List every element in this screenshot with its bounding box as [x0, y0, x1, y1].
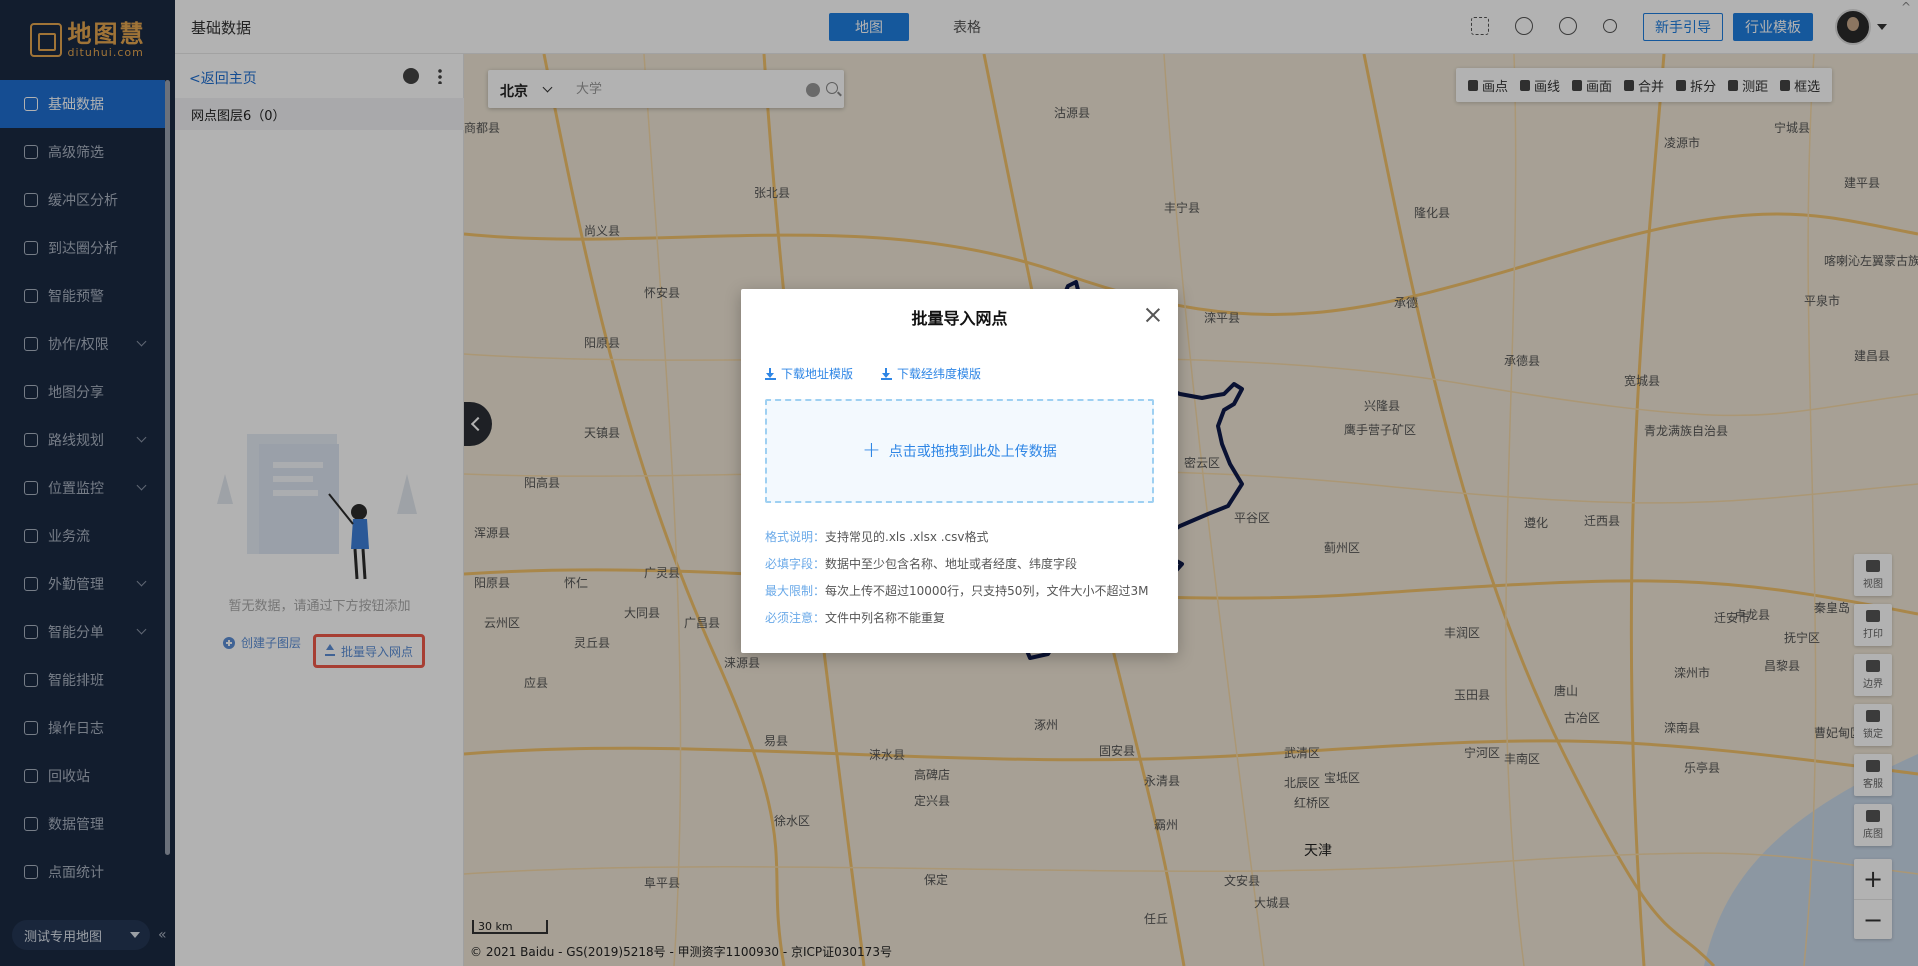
note-value: 数据中至少包含名称、地址或者经度、纬度字段 [825, 557, 1078, 571]
close-icon[interactable] [1145, 307, 1161, 323]
note-label: 格式说明： [765, 530, 826, 544]
note-label: 必须注意： [765, 611, 826, 625]
note-label: 最大限制： [765, 584, 826, 598]
note-value: 支持常见的.xls .xlsx .csv格式 [825, 530, 989, 544]
download-icon [881, 367, 893, 380]
upload-dropzone[interactable]: + 点击或拖拽到此处上传数据 [765, 399, 1154, 503]
download-address-label: 下载地址模版 [781, 367, 854, 381]
note-row: 必填字段： 数据中至少包含名称、地址或者经度、纬度字段 [765, 551, 1148, 578]
download-latlng-template-link[interactable]: 下载经纬度模版 [881, 365, 981, 382]
upload-notes: 格式说明： 支持常见的.xls .xlsx .csv格式 必填字段： 数据中至少包含名… [765, 524, 1148, 632]
template-links: 下载地址模版 下载经纬度模版 [765, 365, 981, 382]
plus-icon: + [862, 438, 881, 463]
batch-import-dialog: 批量导入网点 下载地址模版 下载经纬度模版 + 点击或拖拽到此处上传数据 格式说… [741, 289, 1178, 653]
download-address-template-link[interactable]: 下载地址模版 [765, 365, 853, 382]
download-latlng-label: 下载经纬度模版 [897, 367, 982, 381]
dialog-title: 批量导入网点 [911, 309, 1008, 328]
note-row: 必须注意： 文件中列名称不能重复 [765, 605, 1148, 632]
note-value: 文件中列名称不能重复 [825, 611, 946, 625]
dropzone-label: 点击或拖拽到此处上传数据 [888, 444, 1057, 460]
note-row: 最大限制： 每次上传不超过10000行，只支持50列，文件大小不超过3M [765, 578, 1148, 605]
note-value: 每次上传不超过10000行，只支持50列，文件大小不超过3M [825, 584, 1149, 598]
download-icon [765, 367, 776, 380]
note-label: 必填字段： [765, 557, 826, 571]
note-row: 格式说明： 支持常见的.xls .xlsx .csv格式 [765, 524, 1148, 551]
